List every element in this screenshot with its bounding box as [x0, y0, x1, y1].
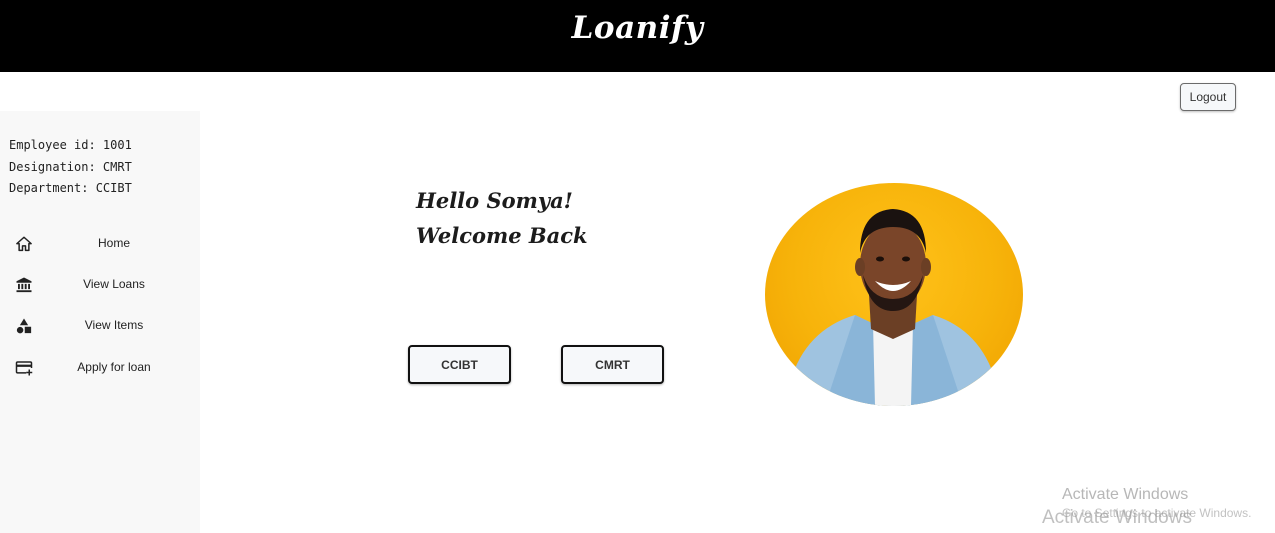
- ccibt-button[interactable]: CCIBT: [408, 345, 511, 384]
- employee-id: Employee id: 1001: [9, 138, 132, 152]
- sidebar-item-label: View Items: [84, 318, 144, 332]
- sidebar-item-apply-loan[interactable]: Apply for loan: [0, 351, 200, 385]
- sidebar: Employee id: 1001 Designation: CMRT Depa…: [0, 111, 200, 533]
- greeting-welcome-back: Welcome Back: [416, 223, 588, 248]
- cmrt-button[interactable]: CMRT: [561, 345, 664, 384]
- logout-button[interactable]: Logout: [1180, 83, 1236, 111]
- brand-logo: Loanify: [571, 10, 704, 46]
- employee-designation: Designation: CMRT: [9, 159, 132, 174]
- sidebar-item-label: Apply for loan: [77, 360, 151, 374]
- card-add-icon: [15, 361, 33, 376]
- greeting-hello: Hello Somya!: [416, 188, 573, 213]
- sidebar-item-home[interactable]: Home: [0, 227, 200, 261]
- person-illustration: [785, 209, 1001, 406]
- home-icon: [16, 236, 32, 252]
- windows-activation-title: Activate Windows: [1062, 486, 1189, 503]
- sidebar-item-view-items[interactable]: View Items: [0, 309, 200, 343]
- shapes-icon: [16, 318, 32, 334]
- sidebar-item-label: View Loans: [83, 277, 145, 291]
- bank-icon: [16, 277, 32, 293]
- top-header-bar: Loanify: [0, 0, 1275, 72]
- sidebar-item-label: Home: [97, 236, 130, 250]
- employee-info: Employee id: 1001 Designation: CMRT Depa…: [9, 135, 132, 200]
- windows-activation-overlay: Activate Windows: [1042, 507, 1192, 528]
- profile-photo: [765, 183, 1023, 406]
- employee-department: Department: CCIBT: [9, 181, 132, 195]
- welcome-greeting: Hello Somya! Welcome Back: [416, 183, 588, 253]
- sidebar-item-view-loans[interactable]: View Loans: [0, 268, 200, 302]
